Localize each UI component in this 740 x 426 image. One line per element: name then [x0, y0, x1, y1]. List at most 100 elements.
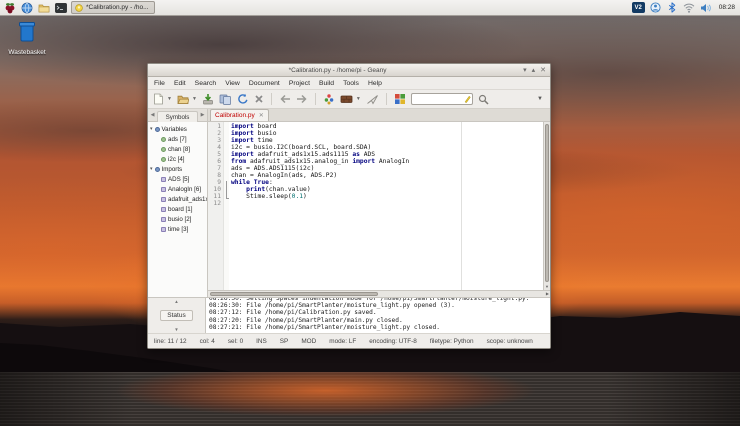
vscroll-thumb[interactable]: [545, 124, 549, 282]
menu-document[interactable]: Document: [249, 80, 280, 87]
message-window-tabs: ▲ Status ▼: [148, 298, 206, 333]
find-button[interactable]: [478, 92, 489, 107]
raspberry-menu-icon[interactable]: [3, 1, 16, 14]
sidebar-tab-scroll-right[interactable]: ▶: [198, 112, 207, 118]
symbol-item[interactable]: i2c [4]: [150, 154, 207, 164]
statusbar-item: line: 11 / 12: [154, 338, 187, 345]
code-editor[interactable]: 123456789101112 import boardimport busio…: [208, 122, 550, 290]
new-file-dropdown[interactable]: ▼: [167, 96, 172, 102]
code-line-5[interactable]: import adafruit_ads1x15.ads1115 as ADS: [231, 151, 543, 158]
symbol-item[interactable]: busio [2]: [150, 214, 207, 224]
close-button[interactable]: ✕: [540, 65, 546, 76]
revert-button[interactable]: [237, 92, 249, 107]
symbol-item[interactable]: adafruit_ads1x1: [150, 194, 207, 204]
window-title: *Calibration.py - /home/pi - Geany: [152, 67, 523, 74]
maximize-button[interactable]: ▴: [532, 65, 536, 76]
tab-symbols[interactable]: Symbols: [157, 111, 198, 122]
code-line-6[interactable]: from adafruit_ads1x15.analog_in import A…: [231, 158, 543, 165]
statusbar-item: col: 4: [200, 338, 215, 345]
sidebar-tab-scroll-left[interactable]: ◀: [148, 112, 157, 118]
open-file-button[interactable]: [177, 92, 189, 107]
vscroll-down-arrow[interactable]: ▼: [544, 284, 550, 289]
tab-status[interactable]: Status: [160, 310, 192, 321]
menu-file[interactable]: File: [154, 80, 165, 87]
menu-search[interactable]: Search: [195, 80, 217, 87]
wastebasket-desktop-icon[interactable]: Wastebasket: [4, 21, 50, 56]
code-line-3[interactable]: import time: [231, 137, 543, 144]
code-line-7[interactable]: ads = ADS.ADS1115(i2c): [231, 165, 543, 172]
compile-button[interactable]: [323, 92, 335, 107]
back-button[interactable]: [279, 92, 291, 107]
statusbar-item: SP: [280, 338, 289, 345]
symbol-item[interactable]: ADS [5]: [150, 174, 207, 184]
menu-bar: File Edit Search View Document Project Build To…: [148, 77, 550, 90]
tab-close-icon[interactable]: ✕: [259, 112, 264, 119]
new-file-button[interactable]: [153, 92, 164, 107]
menu-edit[interactable]: Edit: [174, 80, 186, 87]
statusbar-item: scope: unknown: [487, 338, 533, 345]
hscroll-right-arrow[interactable]: ▶: [546, 291, 549, 297]
editor-vertical-scrollbar[interactable]: ▼: [543, 122, 550, 290]
close-document-button[interactable]: [254, 92, 264, 107]
statusbar-item: sel: 0: [228, 338, 243, 345]
toolbar-separator: [315, 93, 316, 105]
symbol-item[interactable]: board [1]: [150, 204, 207, 214]
document-tab-label: Calibration.py: [215, 112, 255, 119]
code-text-area[interactable]: import boardimport busioimport timei2c =…: [229, 122, 543, 290]
code-line-12[interactable]: [231, 200, 543, 207]
code-line-2[interactable]: import busio: [231, 130, 543, 137]
open-file-dropdown[interactable]: ▼: [192, 96, 197, 102]
minimize-button[interactable]: ▾: [523, 65, 527, 76]
wifi-icon[interactable]: [683, 1, 696, 14]
status-message: 08:26:30: File /home/pi/SmartPlanter/moi…: [209, 302, 550, 309]
tabs-scroll-up[interactable]: ▲: [174, 299, 178, 304]
taskbar-window-label: *Calibration.py - /ho...: [86, 4, 149, 11]
toolbar-separator: [271, 93, 272, 105]
line-number-gutter: 123456789101112: [208, 122, 224, 290]
message-window: ▲ Status ▼ 08:26:30: Setting Spaces inde…: [148, 297, 550, 333]
terminal-icon[interactable]: [54, 1, 67, 14]
status-message-list[interactable]: 08:26:30: Setting Spaces indentation mod…: [206, 298, 550, 333]
menu-view[interactable]: View: [225, 80, 240, 87]
run-button[interactable]: [366, 92, 379, 107]
symbol-item[interactable]: time [3]: [150, 224, 207, 234]
color-chooser-button[interactable]: [394, 92, 406, 107]
tree-group-variables[interactable]: ▾Variables: [150, 124, 207, 134]
toolbar-overflow-button[interactable]: ▼: [537, 96, 545, 102]
clock[interactable]: 08:28: [719, 4, 735, 11]
editor-horizontal-scrollbar[interactable]: ▶: [208, 290, 550, 297]
menu-project[interactable]: Project: [289, 80, 310, 87]
file-manager-icon[interactable]: [37, 1, 50, 14]
tab-calibration-py[interactable]: Calibration.py ✕: [210, 109, 269, 121]
tree-group-imports[interactable]: ▾Imports: [150, 164, 207, 174]
vnc-icon[interactable]: V2: [632, 2, 645, 13]
build-button[interactable]: [340, 92, 353, 107]
menu-build[interactable]: Build: [319, 80, 334, 87]
menu-tools[interactable]: Tools: [343, 80, 359, 87]
save-button[interactable]: [202, 92, 214, 107]
code-line-9[interactable]: while True:: [231, 179, 543, 186]
code-line-10[interactable]: print(chan.value): [231, 186, 543, 193]
tabs-scroll-down[interactable]: ▼: [174, 327, 178, 332]
build-dropdown[interactable]: ▼: [356, 96, 361, 102]
forward-button[interactable]: [296, 92, 308, 107]
menu-help[interactable]: Help: [368, 80, 382, 87]
code-line-8[interactable]: chan = AnalogIn(ads, ADS.P2): [231, 172, 543, 179]
hscroll-thumb[interactable]: [210, 292, 378, 296]
bluetooth-icon[interactable]: [666, 1, 679, 14]
taskbar-window-button[interactable]: *Calibration.py - /ho...: [71, 1, 155, 14]
water-reflection: [0, 372, 740, 426]
symbol-item[interactable]: AnalogIn [6]: [150, 184, 207, 194]
code-line-4[interactable]: i2c = busio.I2C(board.SCL, board.SDA): [231, 144, 543, 151]
web-browser-icon[interactable]: [20, 1, 33, 14]
system-tray: V2 08:28: [632, 1, 737, 14]
code-line-11[interactable]: Stime.sleep(0.1): [231, 193, 543, 200]
symbol-item[interactable]: chan [8]: [150, 144, 207, 154]
updates-icon[interactable]: [649, 1, 662, 14]
save-all-button[interactable]: [219, 92, 232, 107]
symbol-item[interactable]: ads [7]: [150, 134, 207, 144]
code-line-1[interactable]: import board: [231, 123, 543, 130]
window-titlebar[interactable]: *Calibration.py - /home/pi - Geany ▾ ▴ ✕: [148, 64, 550, 77]
toolbar-search: [411, 93, 473, 105]
volume-icon[interactable]: [700, 1, 713, 14]
